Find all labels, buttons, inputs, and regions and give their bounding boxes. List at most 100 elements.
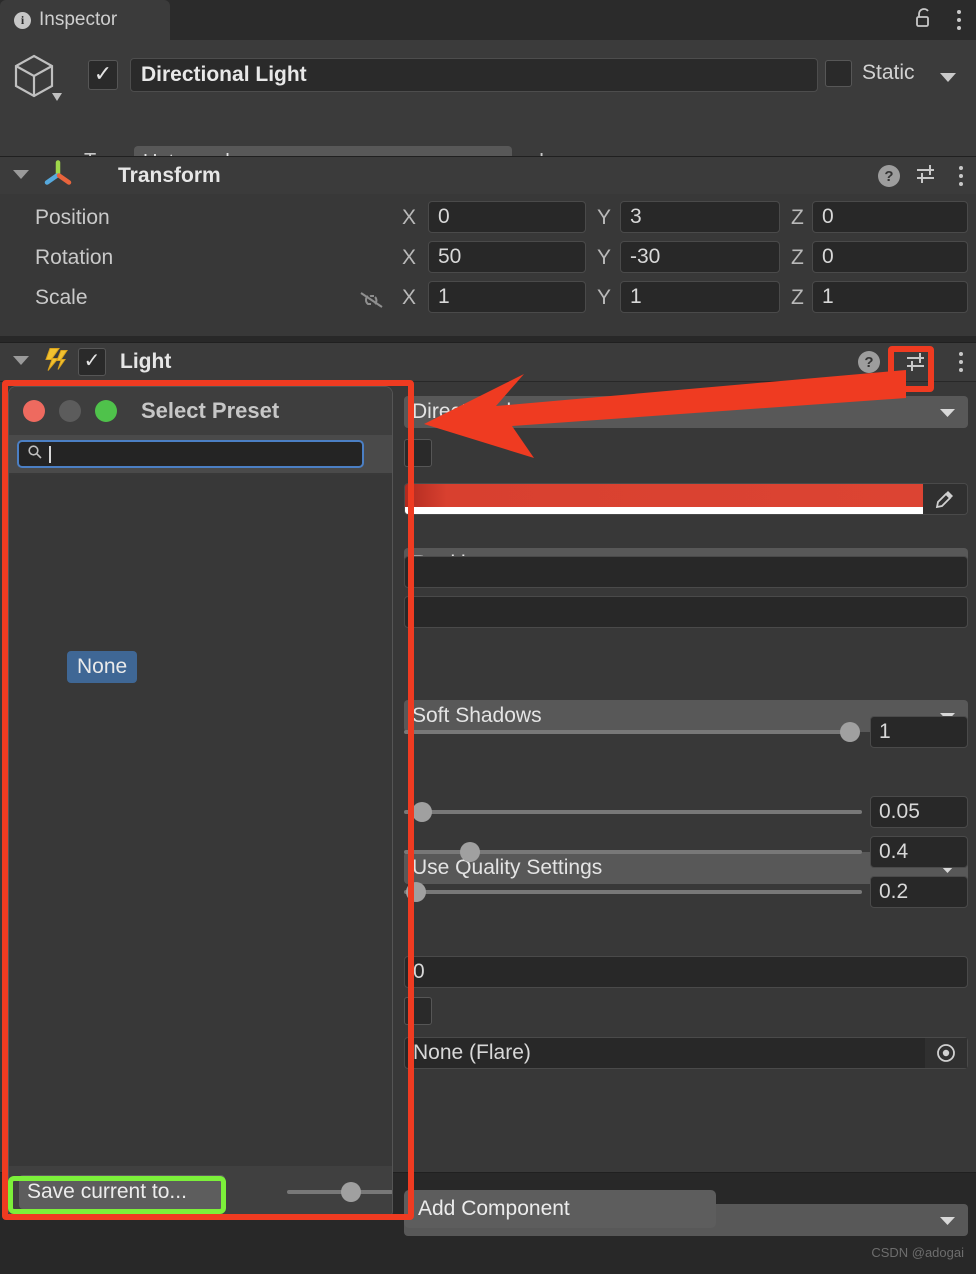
tab-bar: i Inspector [0,0,976,40]
broken-link-icon[interactable] [356,290,386,315]
kebab-menu-icon[interactable] [954,352,968,372]
watermark: CSDN @adogai [871,1245,964,1260]
object-picker-icon[interactable] [925,1038,967,1068]
position-z-input[interactable]: 0 [812,201,968,233]
rotation-z-axis-label: Z [791,246,804,269]
light-bulb-icon [40,346,72,379]
scale-x-input[interactable]: 1 [428,281,586,313]
object-name-value: Directional Light [141,63,307,86]
light-bounce-intensity-input[interactable] [404,596,968,628]
shadow-strength-input[interactable]: 1 [870,716,968,748]
preset-window-titlebar[interactable]: Select Preset [9,387,392,435]
zoom-window-button[interactable] [95,400,117,422]
preset-sliders-icon[interactable] [894,339,940,385]
cookie-size-input[interactable]: 0 [404,956,968,988]
rotation-y-axis-label: Y [597,246,612,269]
shadow-bias-slider-knob[interactable] [412,802,432,822]
shadow-strength-slider-track[interactable] [404,730,854,734]
shadow-bias-input[interactable]: 0.05 [870,796,968,828]
object-name-input[interactable]: Directional Light [130,58,818,92]
help-icon[interactable]: ? [878,165,900,187]
scale-z-value: 1 [822,285,834,308]
checkbox-check-icon: ✓ [93,60,113,86]
preset-list-item-label: None [77,655,128,678]
light-type-dropdown[interactable]: Directional [404,396,968,428]
rotation-x-value: 50 [438,245,462,268]
static-checkbox[interactable] [825,60,852,87]
rotation-x-axis-label: X [402,246,417,269]
position-z-value: 0 [822,205,834,228]
scale-z-input[interactable]: 1 [812,281,968,313]
cube-icon[interactable] [12,52,68,114]
transform-header-actions: ? [878,157,968,195]
shadow-near-plane-slider-track[interactable] [404,890,862,894]
minimize-window-button[interactable] [59,400,81,422]
shadow-strength-slider-knob[interactable] [840,722,860,742]
light-bool-checkbox-1[interactable] [404,439,432,467]
transform-body: Position X 0 Y 3 Z 0 Rotation X 50 Y -30… [0,194,976,336]
object-enabled-checkbox[interactable]: ✓ [88,60,118,90]
scale-y-input[interactable]: 1 [620,281,780,313]
shadow-normal-bias-input[interactable]: 0.4 [870,836,968,868]
inspector-window: i Inspector ✓ Directional Light Static T… [0,0,976,1274]
cookie-size-value: 0 [413,960,425,983]
shadow-near-plane-slider-knob[interactable] [406,882,426,902]
chevron-down-icon [939,1208,956,1232]
shadow-near-plane-input[interactable]: 0.2 [870,876,968,908]
preset-list[interactable]: None [9,475,392,1166]
preset-zoom-slider-track[interactable] [287,1190,392,1194]
position-x-input[interactable]: 0 [428,201,586,233]
static-label: Static [862,61,915,84]
position-z-axis-label: Z [791,206,804,229]
light-intensity-input[interactable] [404,556,968,588]
preset-sliders-icon[interactable] [914,162,940,191]
checkbox-check-icon: ✓ [83,350,101,372]
help-icon[interactable]: ? [858,351,880,373]
rotation-y-value: -30 [630,245,661,268]
transform-foldout-triangle-down-icon[interactable] [12,167,30,185]
light-component-header: ✓ Light ? [0,343,976,381]
light-flare-object-field[interactable]: None (Flare) [404,1037,968,1069]
preset-zoom-slider-knob[interactable] [341,1182,361,1202]
kebab-menu-icon[interactable] [952,10,966,30]
unlocked-padlock-icon[interactable] [914,7,934,34]
light-color-field[interactable] [404,483,968,515]
shadow-bias-value: 0.05 [879,800,920,823]
light-bool-checkbox-2[interactable] [404,997,432,1025]
transform-gizmo-icon [42,160,74,193]
preset-list-item-none[interactable]: None [67,651,138,683]
search-icon [27,444,43,465]
shadow-strength-value: 1 [879,720,891,743]
preset-search-input[interactable] [17,440,364,468]
static-chevron-down-icon[interactable] [938,70,958,88]
add-component-button[interactable]: Add Component [404,1190,716,1228]
scale-x-axis-label: X [402,286,417,309]
save-current-to-button[interactable]: Save current to... [19,1175,225,1209]
tab-bar-actions [914,0,966,40]
light-type-value: Directional [412,400,512,423]
shadow-bias-slider-track[interactable] [404,810,862,814]
scale-x-value: 1 [438,285,450,308]
shadow-normal-bias-slider-knob[interactable] [460,842,480,862]
tab-inspector[interactable]: i Inspector [0,0,170,40]
light-enabled-checkbox[interactable]: ✓ [78,348,106,376]
tab-inspector-label: Inspector [39,9,118,30]
info-icon: i [14,11,31,29]
eyedropper-icon[interactable] [923,484,967,514]
shadow-near-plane-value: 0.2 [879,880,909,903]
kebab-menu-icon[interactable] [954,166,968,186]
light-foldout-triangle-down-icon[interactable] [12,353,30,371]
transform-component-header: Transform ? [0,157,976,195]
rotation-y-input[interactable]: -30 [620,241,780,273]
light-title: Light [120,350,172,373]
close-window-button[interactable] [23,400,45,422]
rotation-z-input[interactable]: 0 [812,241,968,273]
chevron-down-icon [939,400,956,424]
add-component-label: Add Component [418,1197,570,1220]
light-shadow-type-value: Soft Shadows [412,704,542,727]
rotation-x-input[interactable]: 50 [428,241,586,273]
position-y-input[interactable]: 3 [620,201,780,233]
scale-z-axis-label: Z [791,286,804,309]
object-header: ✓ Directional Light Static Tag Untagged … [0,40,976,210]
scale-label: Scale [35,286,88,309]
